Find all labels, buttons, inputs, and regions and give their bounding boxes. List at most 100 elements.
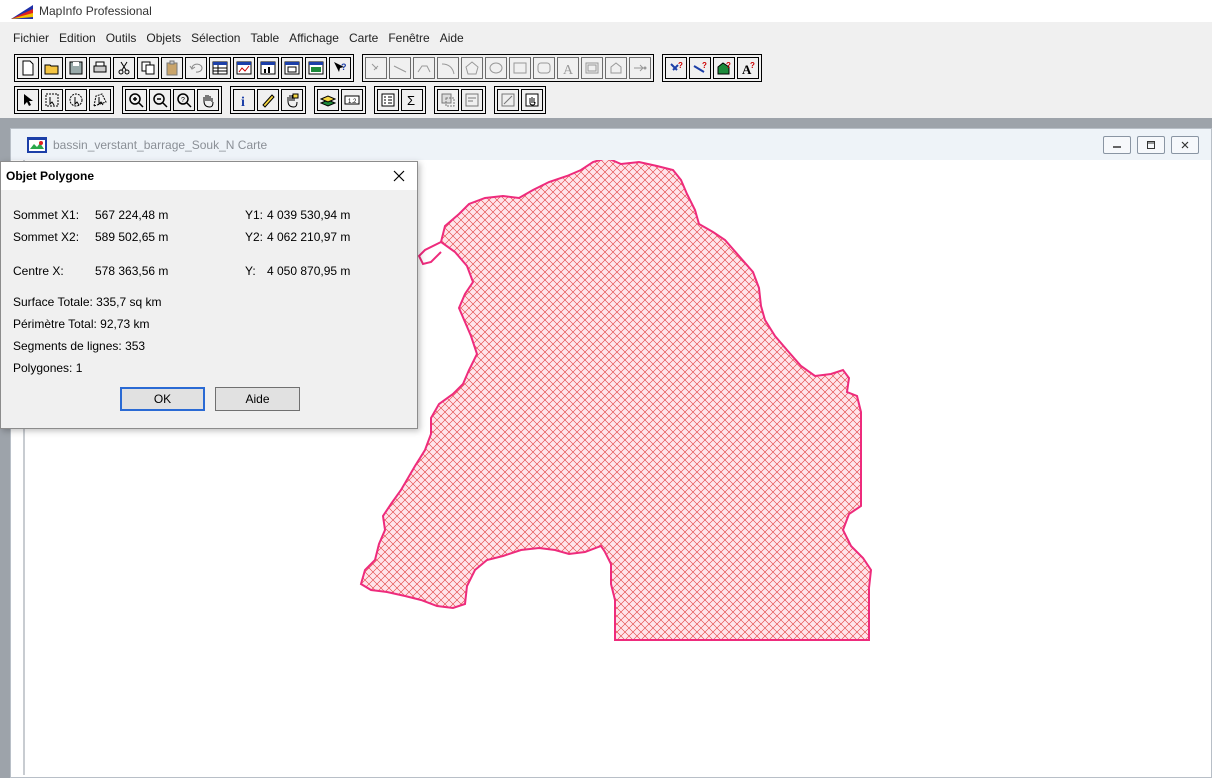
aide-button[interactable]: Aide (215, 387, 300, 411)
menu-outils[interactable]: Outils (101, 31, 142, 45)
save-button[interactable] (65, 57, 87, 79)
ellipse-tool-button[interactable] (485, 57, 507, 79)
drag-map-window-button[interactable] (521, 89, 543, 111)
drag-hand-icon (525, 93, 539, 107)
clipboard-icon (166, 60, 178, 76)
pushpin-icon (371, 63, 379, 71)
watershed-polygon[interactable] (359, 156, 873, 641)
file-tools: ? (14, 54, 354, 82)
menu-fichier[interactable]: Fichier (8, 31, 54, 45)
radius-select-button[interactable] (65, 89, 87, 111)
centre-x-label: Centre X: (13, 264, 64, 278)
menu-objets[interactable]: Objets (141, 31, 186, 45)
new-document-icon (22, 60, 34, 76)
change-view-button[interactable]: ? (173, 89, 195, 111)
text-style-button[interactable]: A? (737, 57, 759, 79)
polyline-tool-button[interactable] (413, 57, 435, 79)
region-style-button[interactable]: ? (713, 57, 735, 79)
standard-toolbar: ? A ? ? ? A? (14, 53, 770, 83)
label-tool-button[interactable] (257, 89, 279, 111)
clip-region-button[interactable] (437, 89, 459, 111)
dialog-titlebar[interactable]: Objet Polygone (1, 162, 417, 190)
open-file-button[interactable] (41, 57, 63, 79)
object-polygon-dialog[interactable]: Objet Polygone Sommet X1: 567 224,48 m Y… (0, 161, 418, 429)
browser-window-button[interactable] (209, 57, 231, 79)
ok-button[interactable]: OK (120, 387, 205, 411)
cut-button[interactable] (113, 57, 135, 79)
mapinfo-logo-icon (11, 5, 33, 19)
undo-icon (189, 63, 203, 73)
reshape-tool-button[interactable] (605, 57, 627, 79)
svg-text:?: ? (702, 61, 707, 70)
redistricter-button[interactable] (305, 57, 327, 79)
app-title: MapInfo Professional (39, 4, 152, 18)
svg-text:i: i (241, 95, 245, 108)
map-window-button[interactable] (233, 57, 255, 79)
copy-button[interactable] (137, 57, 159, 79)
text-style-icon: A? (742, 61, 755, 76)
symbol-style-button[interactable]: ? (665, 57, 687, 79)
arc-tool-button[interactable] (437, 57, 459, 79)
new-file-button[interactable] (17, 57, 39, 79)
layout-window-icon (284, 61, 300, 75)
print-button[interactable] (89, 57, 111, 79)
map-window-icon (27, 136, 47, 153)
paste-button[interactable] (161, 57, 183, 79)
frame-tool-button[interactable] (581, 57, 603, 79)
select-tool-button[interactable] (17, 89, 39, 111)
rounded-rectangle-tool-button[interactable] (533, 57, 555, 79)
layers-icon (320, 95, 336, 107)
sigma-icon: Σ (407, 93, 415, 108)
ruler-button[interactable]: 1.2 (341, 89, 363, 111)
map-window-icon (236, 61, 252, 75)
zoom-out-button[interactable] (149, 89, 171, 111)
label-icon (262, 94, 275, 108)
menu-table[interactable]: Table (245, 31, 284, 45)
frame-icon (585, 62, 599, 74)
close-window-button[interactable] (1171, 136, 1199, 154)
menu-edition[interactable]: Edition (54, 31, 101, 45)
marquee-select-button[interactable] (41, 89, 63, 111)
add-node-button[interactable] (629, 57, 651, 79)
svg-text:?: ? (750, 61, 755, 70)
text-tool-button[interactable]: A (557, 57, 579, 79)
rectangle-tool-button[interactable] (509, 57, 531, 79)
statistics-button[interactable]: Σ (401, 89, 423, 111)
undo-button[interactable] (185, 57, 207, 79)
maximize-button[interactable] (1137, 136, 1165, 154)
menu-fenetre[interactable]: Fenêtre (383, 31, 434, 45)
redistrict-window-icon (308, 61, 324, 75)
menu-selection[interactable]: Sélection (186, 31, 245, 45)
line-style-button[interactable]: ? (689, 57, 711, 79)
help-pointer-icon: ? (334, 62, 347, 72)
hand-icon (203, 95, 214, 108)
map-window-titlebar[interactable]: bassin_verstant_barrage_Souk_N Carte (11, 129, 1211, 160)
set-target-button[interactable] (461, 89, 483, 111)
drag-window-button[interactable] (281, 89, 303, 111)
graph-window-button[interactable] (257, 57, 279, 79)
copy-icon (141, 61, 155, 75)
grabber-button[interactable] (197, 89, 219, 111)
polygon-tool-button[interactable] (461, 57, 483, 79)
close-icon[interactable] (391, 168, 407, 184)
navigation-tools: ? (122, 86, 222, 114)
hotlink-button[interactable] (497, 89, 519, 111)
add-node-icon (634, 64, 647, 72)
polygon-select-button[interactable] (89, 89, 111, 111)
menu-aide[interactable]: Aide (435, 31, 469, 45)
show-legend-button[interactable] (377, 89, 399, 111)
layer-control-button[interactable] (317, 89, 339, 111)
menu-carte[interactable]: Carte (344, 31, 383, 45)
zoom-in-button[interactable] (125, 89, 147, 111)
symbol-tool-button[interactable] (365, 57, 387, 79)
help-pointer-button[interactable]: ? (329, 57, 351, 79)
window-controls (1097, 136, 1199, 154)
menu-affichage[interactable]: Affichage (284, 31, 344, 45)
line-tool-button[interactable] (389, 57, 411, 79)
radius-select-icon (69, 93, 83, 107)
info-tool-button[interactable]: i (233, 89, 255, 111)
svg-text:?: ? (341, 62, 347, 72)
layout-window-button[interactable] (281, 57, 303, 79)
line-icon (393, 65, 407, 73)
minimize-button[interactable] (1103, 136, 1131, 154)
